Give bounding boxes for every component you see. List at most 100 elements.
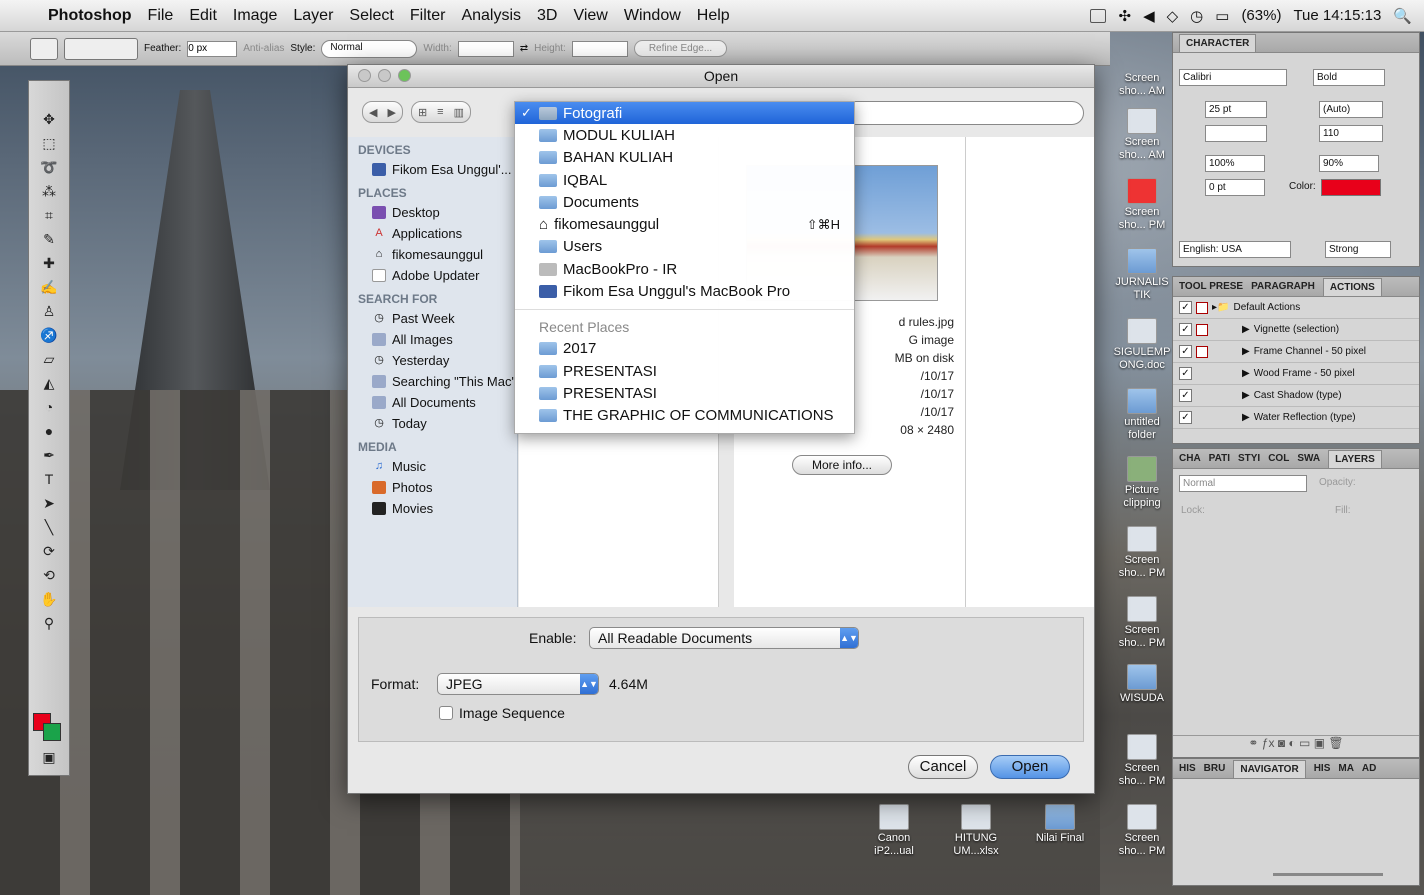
battery-icon[interactable]: ▭ [1215,7,1229,25]
sidebar-item-all-images[interactable]: All Images [348,329,517,350]
dropdown-item-fotografi[interactable]: ✓ Fotografi [515,102,854,125]
action-checkbox[interactable]: ✓ [1179,301,1192,314]
height-input[interactable] [571,40,628,57]
fx-icon[interactable]: ƒx [1262,736,1275,750]
desktop-icon[interactable]: WISUDA [1112,664,1172,705]
tab-swatches[interactable]: SWA [1297,453,1320,464]
trash-icon[interactable]: 🗑 [1328,736,1343,750]
enable-select[interactable]: All Readable Documents ▲▼ [589,627,859,649]
action-row[interactable]: ✓ ▶ Wood Frame - 50 pixel [1173,363,1419,385]
history-brush-tool-icon[interactable]: ♐ [29,323,69,347]
desktop-icon[interactable]: Screen sho... PM [1112,526,1172,580]
menu-3d[interactable]: 3D [529,7,565,25]
clock[interactable]: Tue 14:15:13 [1293,7,1381,24]
time-machine-icon[interactable]: ◷ [1190,7,1203,25]
3d-orbit-tool-icon[interactable]: ⟲ [29,563,69,587]
menu-photoshop[interactable]: Photoshop [40,7,140,25]
action-row[interactable]: ✓ ▶ Frame Channel - 50 pixel [1173,341,1419,363]
search-field[interactable] [844,101,1084,125]
feather-input[interactable] [187,40,238,57]
minimize-button[interactable] [378,69,391,82]
tab-history[interactable]: HIS [1179,763,1196,774]
sidebar-item-adobe-updater[interactable]: Adobe Updater [348,265,517,286]
tab-masks[interactable]: MA [1338,763,1354,774]
marquee-tool-icon[interactable]: ⬚ [29,131,69,155]
text-color-swatch[interactable] [1321,179,1381,196]
desktop-icon[interactable]: Picture clipping [1112,456,1172,510]
tab-paragraph[interactable]: PARAGRAPH [1251,281,1315,292]
action-row[interactable]: ✓ ▶ Vignette (selection) [1173,319,1419,341]
tab-tool-presets[interactable]: TOOL PRESE [1179,281,1243,292]
line-tool-icon[interactable]: ╲ [29,515,69,539]
dropdown-item-modul-kuliah[interactable]: MODUL KULIAH [515,124,854,146]
action-checkbox[interactable]: ✓ [1179,323,1192,336]
sidebar-item-music[interactable]: ♫ Music [348,456,517,477]
pen-tool-icon[interactable]: ✒ [29,443,69,467]
quick-mask-icon[interactable]: ▣ [29,745,69,769]
path-select-tool-icon[interactable]: ➤ [29,491,69,515]
tab-styles[interactable]: STYI [1238,453,1260,464]
dialog-toggle-icon[interactable] [1196,323,1208,336]
sidebar-item-yesterday[interactable]: ◷ Yesterday [348,350,517,371]
back-forward-buttons[interactable]: ◀ ▶ [362,101,403,123]
menu-window[interactable]: Window [616,7,689,25]
spotlight-icon[interactable]: 🔍 [1393,7,1412,25]
tracking-input[interactable]: 110 [1319,125,1383,142]
desktop-icon[interactable]: Screen sho... PM [1112,596,1172,650]
sidebar-item-photos[interactable]: Photos [348,477,517,498]
zoom-tool-icon[interactable]: ⚲ [29,611,69,635]
font-style-select[interactable]: Bold [1313,69,1385,86]
format-select[interactable]: JPEG ▲▼ [437,673,599,695]
dropdown-recent-item[interactable]: THE GRAPHIC OF COMMUNICATIONS [515,405,854,427]
tab-adjustments[interactable]: AD [1362,763,1376,774]
style-select[interactable]: Normal [321,39,418,58]
blur-tool-icon[interactable]: ◔ [29,395,69,419]
zoom-slider[interactable] [1273,873,1383,876]
crop-tool-icon[interactable]: ⌗ [29,203,69,227]
tab-brushes[interactable]: BRU [1204,763,1226,774]
sidebar-item-desktop[interactable]: Desktop [348,202,517,223]
zoom-button[interactable] [398,69,411,82]
new-adjustment-icon[interactable]: ◐ [1288,736,1295,750]
3d-rotate-tool-icon[interactable]: ⟳ [29,539,69,563]
dialog-toggle-icon[interactable] [1196,301,1208,314]
more-info-button[interactable]: More info... [792,455,892,475]
eraser-tool-icon[interactable]: ▱ [29,347,69,371]
view-mode-buttons[interactable]: ⊞ ≡ ▥ [410,101,471,123]
icon-view-icon[interactable]: ⊞ [418,106,427,119]
tab-color[interactable]: COL [1268,453,1289,464]
bluetooth-icon[interactable]: ✣ [1118,7,1131,25]
leading-input[interactable]: (Auto) [1319,101,1383,118]
desktop-icon[interactable]: HITUNG UM...xlsx [946,804,1006,858]
dropdown-recent-item[interactable]: PRESENTASI [515,382,854,404]
image-sequence-checkbox[interactable] [439,706,453,720]
menu-layer[interactable]: Layer [285,7,341,25]
stamp-tool-icon[interactable]: ♙ [29,299,69,323]
background-color-swatch[interactable] [43,723,61,741]
tab-actions[interactable]: ACTIONS [1322,277,1382,296]
menu-image[interactable]: Image [225,7,285,25]
sidebar-item-searching-this-mac[interactable]: Searching "This Mac" [348,371,517,392]
tab-navigator[interactable]: NAVIGATOR [1233,759,1306,778]
desktop-icon[interactable]: Nilai Final [1030,804,1090,845]
font-family-select[interactable]: Calibri [1179,69,1287,86]
dropdown-recent-item[interactable]: 2017 [515,338,854,360]
dropdown-recent-item[interactable]: PRESENTASI [515,360,854,382]
sidebar-item-home[interactable]: ⌂ fikomesaunggul [348,244,517,265]
lasso-tool-icon[interactable]: ➰ [29,155,69,179]
eyedropper-tool-icon[interactable]: ✎ [29,227,69,251]
dropdown-item-iqbal[interactable]: IQBAL [515,169,854,191]
dodge-tool-icon[interactable]: ● [29,419,69,443]
menu-filter[interactable]: Filter [402,7,454,25]
forward-icon[interactable]: ▶ [387,106,395,119]
menu-select[interactable]: Select [341,7,401,25]
refine-edge-button[interactable]: Refine Edge... [633,40,728,57]
volume-icon[interactable]: ◀ [1143,7,1155,25]
action-row[interactable]: ✓ ▶ Water Reflection (type) [1173,407,1419,429]
status-menu-icon[interactable] [1090,8,1107,23]
sidebar-item-movies[interactable]: Movies [348,498,517,519]
column-view-icon[interactable]: ▥ [454,106,464,119]
menu-help[interactable]: Help [689,7,738,25]
kerning-input[interactable] [1205,125,1267,142]
sidebar-item-today[interactable]: ◷ Today [348,413,517,434]
